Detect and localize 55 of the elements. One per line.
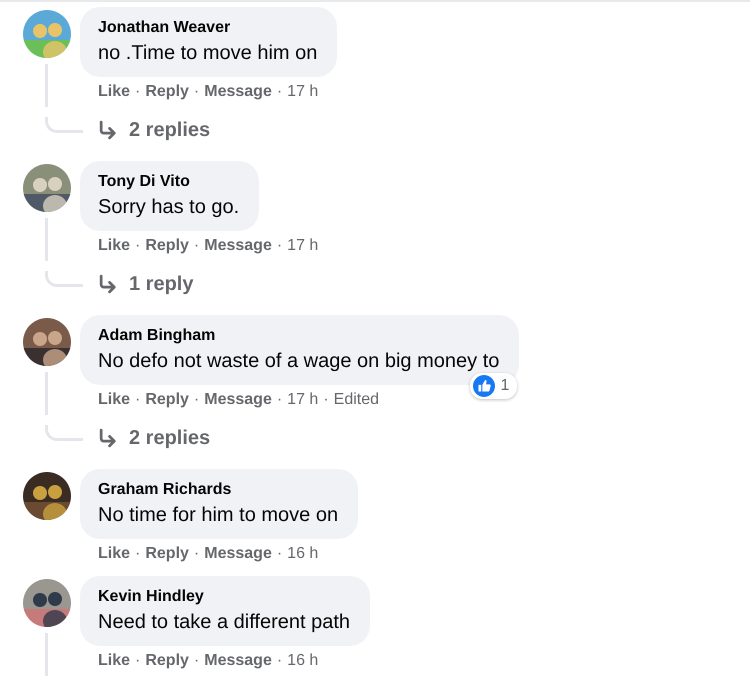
- separator-dot: ·: [276, 391, 282, 409]
- view-replies-link[interactable]: 2 replies: [98, 425, 750, 451]
- separator-dot: ·: [194, 237, 200, 255]
- action-link[interactable]: Message: [204, 391, 272, 409]
- separator-dot: ·: [194, 391, 200, 409]
- separator-dot: ·: [135, 652, 140, 670]
- thread-line: [45, 271, 83, 287]
- timestamp[interactable]: 17 h: [287, 237, 318, 255]
- action-link[interactable]: Message: [204, 652, 272, 670]
- thread-line: [45, 117, 83, 133]
- author-name[interactable]: Graham Richards: [98, 478, 338, 501]
- comment-text: No defo not waste of a wage on big money to: [98, 349, 500, 374]
- action-link[interactable]: Like: [98, 237, 130, 255]
- timestamp[interactable]: 16 h: [287, 545, 318, 563]
- timestamp[interactable]: 17 h: [287, 391, 318, 409]
- action-link[interactable]: Reply: [145, 545, 189, 563]
- separator-dot: ·: [276, 652, 282, 670]
- separator-dot: ·: [194, 652, 200, 670]
- thread-line: [45, 425, 83, 441]
- separator-dot: ·: [194, 545, 200, 563]
- timestamp[interactable]: 17 h: [287, 83, 318, 101]
- comment-text: No time for him to move on: [98, 503, 338, 528]
- separator-dot: ·: [135, 237, 140, 255]
- author-name[interactable]: Tony Di Vito: [98, 170, 240, 193]
- reaction-badge[interactable]: 1: [470, 373, 518, 399]
- author-name[interactable]: Jonathan Weaver: [98, 16, 318, 39]
- view-replies-link[interactable]: 1 reply: [98, 271, 750, 297]
- timestamp[interactable]: 16 h: [287, 652, 318, 670]
- edited-label: Edited: [334, 391, 380, 409]
- view-replies-link[interactable]: 2 replies: [98, 117, 750, 143]
- action-link[interactable]: Reply: [145, 391, 189, 409]
- separator-dot: ·: [194, 83, 200, 101]
- action-link[interactable]: Reply: [145, 83, 189, 101]
- separator-dot: ·: [276, 237, 282, 255]
- separator-dot: ·: [276, 545, 282, 563]
- action-link[interactable]: Like: [98, 545, 130, 563]
- action-link[interactable]: Message: [204, 545, 272, 563]
- separator-dot: ·: [135, 83, 140, 101]
- author-name[interactable]: Kevin Hindley: [98, 585, 350, 608]
- action-link[interactable]: Reply: [145, 652, 189, 670]
- action-link[interactable]: Like: [98, 83, 130, 101]
- action-link[interactable]: Message: [204, 237, 272, 255]
- author-name[interactable]: Adam Bingham: [98, 324, 500, 347]
- comment-text: Need to take a different path: [98, 610, 350, 635]
- separator-dot: ·: [323, 391, 329, 409]
- thumbs-up-icon: [473, 375, 496, 397]
- action-link[interactable]: Message: [204, 83, 272, 101]
- action-link[interactable]: Like: [98, 391, 130, 409]
- action-link[interactable]: Like: [98, 652, 130, 670]
- comment-text: Sorry has to go.: [98, 195, 240, 220]
- comment-text: no .Time to move him on: [98, 41, 318, 66]
- separator-dot: ·: [135, 391, 140, 409]
- action-link[interactable]: Reply: [145, 237, 189, 255]
- separator-dot: ·: [135, 545, 140, 563]
- separator-dot: ·: [276, 83, 282, 101]
